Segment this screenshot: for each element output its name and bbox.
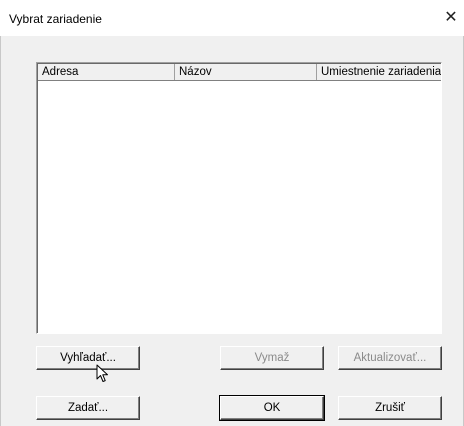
column-header-location[interactable]: Umiestnenie zariadenia bbox=[317, 64, 441, 80]
cancel-button[interactable]: Zrušiť bbox=[338, 396, 442, 420]
window-border-left bbox=[0, 36, 1, 426]
list-header: Adresa Názov Umiestnenie zariadenia bbox=[38, 64, 441, 81]
ok-button[interactable]: OK bbox=[219, 395, 325, 421]
close-icon[interactable]: ✕ bbox=[438, 4, 464, 30]
refresh-button[interactable]: Aktualizovať... bbox=[338, 346, 442, 370]
column-header-address[interactable]: Adresa bbox=[38, 64, 175, 80]
mouse-pointer-icon bbox=[96, 364, 108, 382]
title-bar: Vybrat zariadenie ✕ bbox=[0, 0, 464, 36]
delete-button[interactable]: Vymaž bbox=[220, 346, 324, 370]
column-header-name[interactable]: Názov bbox=[175, 64, 317, 80]
enter-address-button[interactable]: Zadať... bbox=[36, 396, 140, 420]
window-title: Vybrat zariadenie bbox=[9, 12, 102, 26]
search-button[interactable]: Vyhľadať... bbox=[36, 346, 140, 370]
device-list[interactable]: Adresa Názov Umiestnenie zariadenia bbox=[36, 62, 442, 334]
